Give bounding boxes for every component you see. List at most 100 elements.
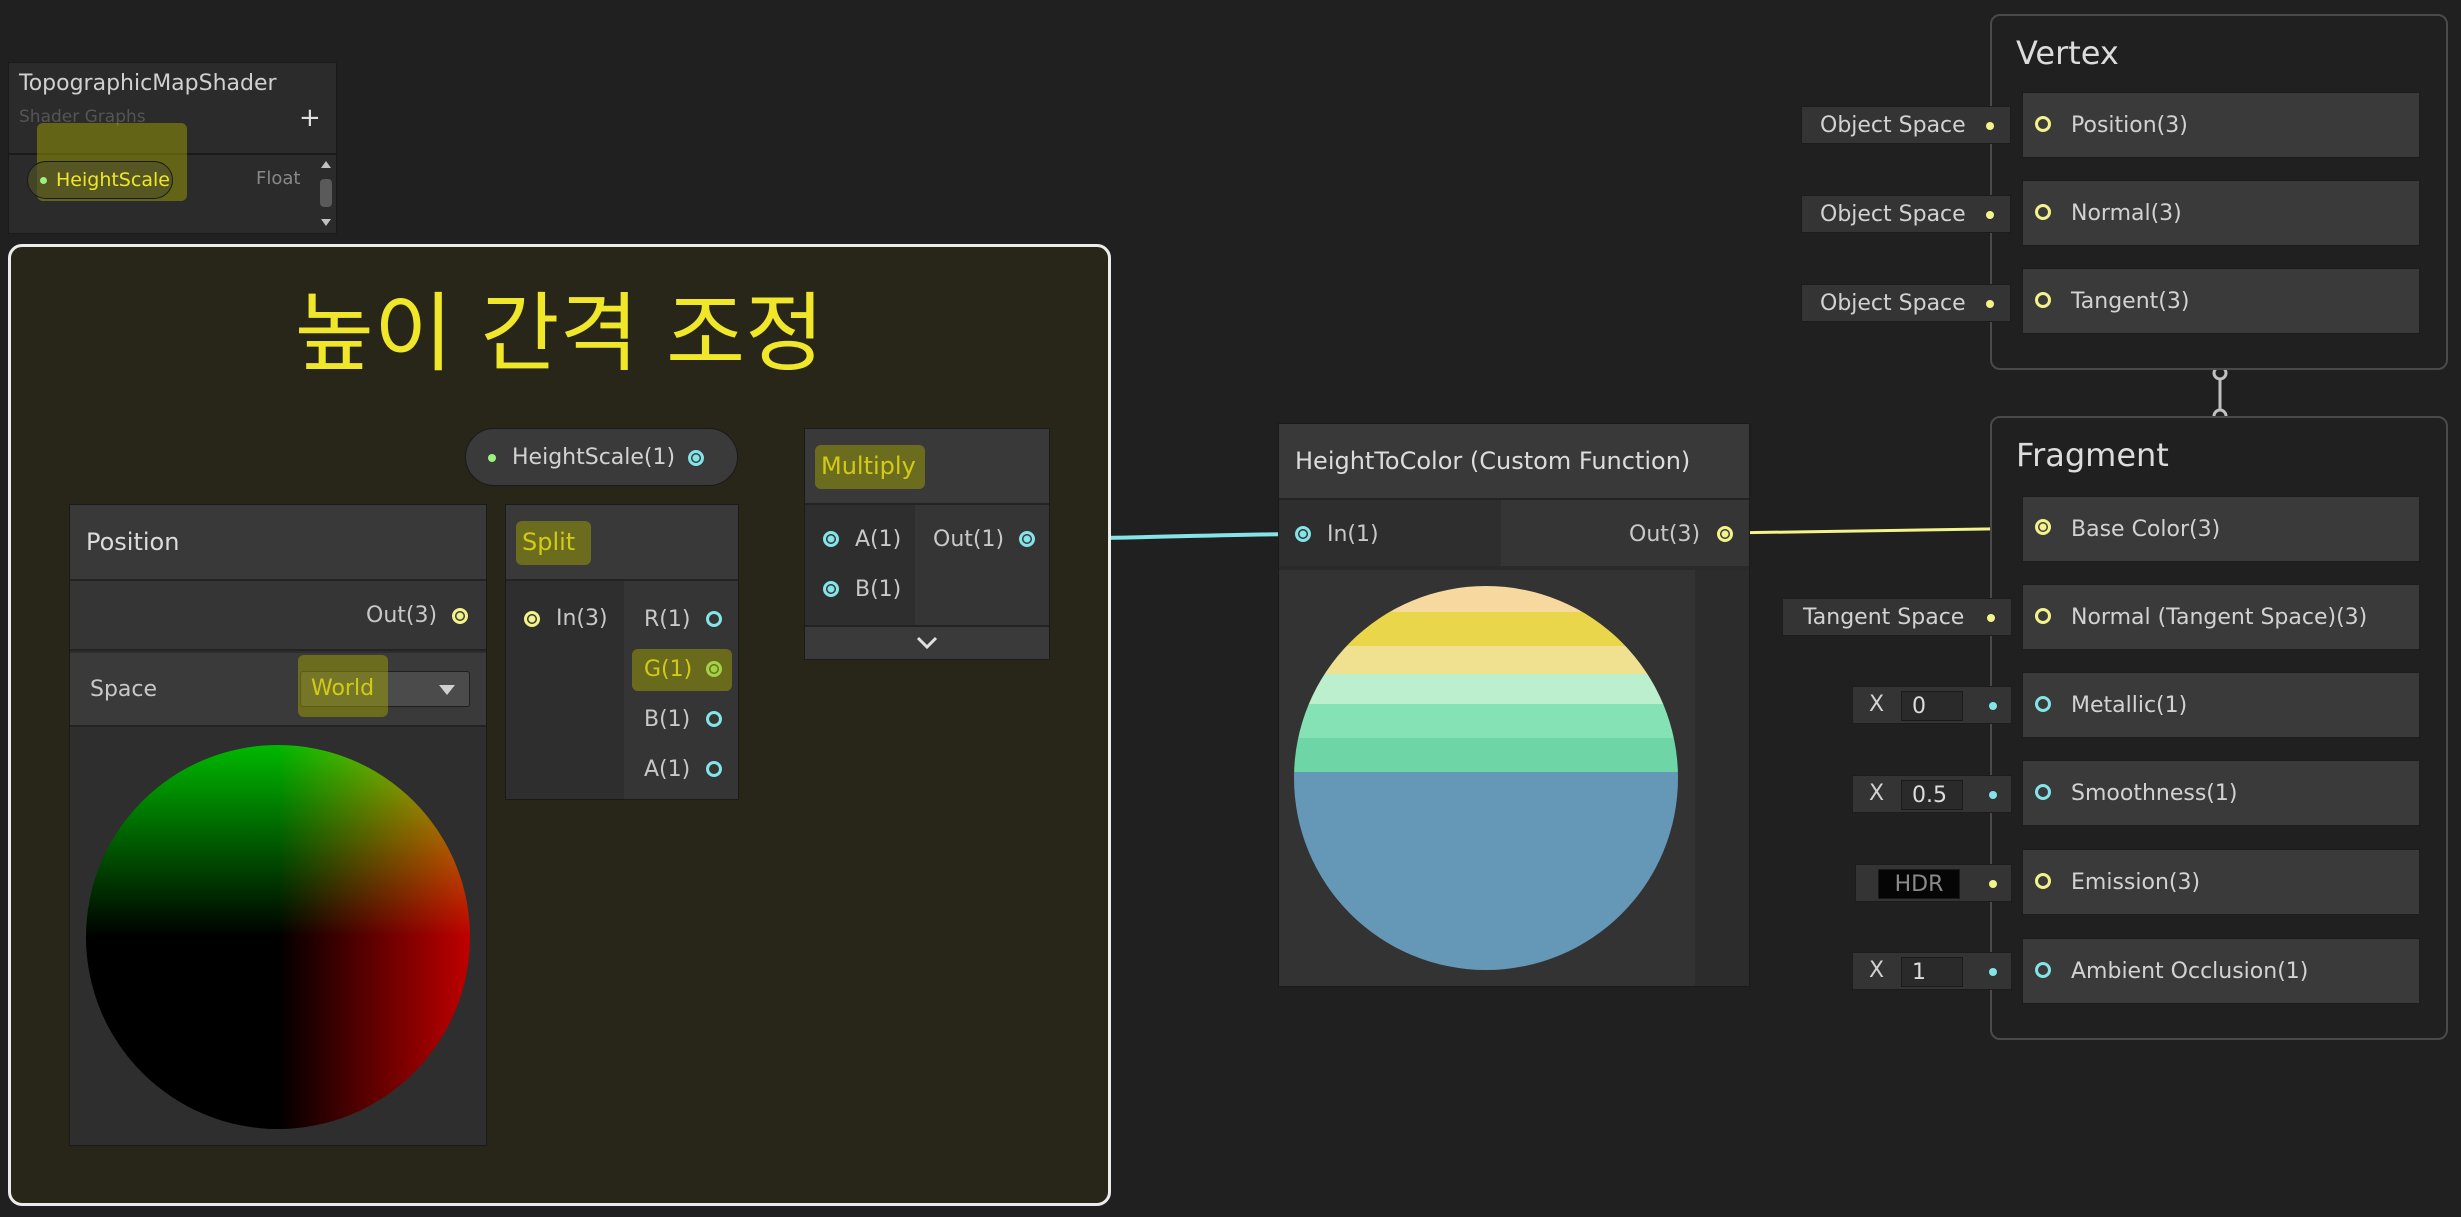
add-property-button[interactable]: + <box>299 103 321 133</box>
split-out-a-port[interactable] <box>706 761 722 777</box>
scroll-up-icon[interactable] <box>321 161 331 168</box>
group-title[interactable]: 높이 간격 조정 <box>11 263 1108 388</box>
fragment-base-color-port[interactable] <box>2035 519 2051 535</box>
fragment-slot-base-color[interactable]: Base Color(3) <box>2022 496 2420 562</box>
vector1-dot-icon <box>1989 968 1997 976</box>
vertex-slot-position[interactable]: Position(3) <box>2022 92 2420 158</box>
split-in-port[interactable] <box>524 611 540 627</box>
fragment-metallic-input[interactable]: X 0 <box>1852 686 2012 724</box>
fragment-slot-ambient-occlusion[interactable]: Ambient Occlusion(1) <box>2022 938 2420 1004</box>
float-type-dot-icon <box>488 454 496 462</box>
vector3-dot-icon <box>1987 614 1995 622</box>
fragment-metallic-label: Metallic(1) <box>2071 692 2188 718</box>
split-out-b-port[interactable] <box>706 711 722 727</box>
multiply-in-a-label: A(1) <box>855 527 902 552</box>
vertex-normal-port[interactable] <box>2035 204 2051 220</box>
vector1-dot-icon <box>1989 791 1997 799</box>
fragment-slot-metallic[interactable]: Metallic(1) <box>2022 672 2420 738</box>
vertex-position-port[interactable] <box>2035 116 2051 132</box>
split-out-r-port[interactable] <box>706 611 722 627</box>
multiply-in-a-port[interactable] <box>823 531 839 547</box>
metallic-axis-label: X <box>1869 692 1885 717</box>
custom-inputs-col: In(1) <box>1279 500 1501 566</box>
fragment-ao-input[interactable]: X 1 <box>1852 952 2012 990</box>
position-out-row: Out(3) <box>70 581 486 651</box>
multiply-in-b-port[interactable] <box>823 581 839 597</box>
multiply-inputs-col: A(1) B(1) <box>805 505 915 625</box>
ao-value-field[interactable]: 1 <box>1901 957 1963 987</box>
chevron-down-icon[interactable] <box>915 635 939 651</box>
vertex-slot-tangent[interactable]: Tangent(3) <box>2022 268 2420 334</box>
custom-in-port[interactable] <box>1295 526 1311 542</box>
vertex-normal-space-chip[interactable]: Object Space <box>1801 195 2011 233</box>
property-node-label: HeightScale(1) <box>512 445 676 470</box>
height-color-preview <box>1294 586 1678 970</box>
fragment-title: Fragment <box>2016 436 2169 474</box>
emission-hdr-swatch[interactable]: HDR <box>1878 869 1960 899</box>
split-out-r-label: R(1) <box>644 607 691 632</box>
blackboard-panel[interactable]: TopographicMapShader Shader Graphs + Hei… <box>8 62 337 234</box>
float-type-dot-icon <box>40 177 47 184</box>
fragment-emission-port[interactable] <box>2035 873 2051 889</box>
custom-out-port[interactable] <box>1717 526 1733 542</box>
split-in-label: In(3) <box>556 606 608 631</box>
split-out-a-label: A(1) <box>644 757 691 782</box>
fragment-slot-smoothness[interactable]: Smoothness(1) <box>2022 760 2420 826</box>
position-out-port[interactable] <box>452 608 468 624</box>
space-highlight <box>298 655 388 717</box>
fragment-smoothness-input[interactable]: X 0.5 <box>1852 775 2012 813</box>
position-node-header[interactable]: Position <box>70 505 486 581</box>
fragment-slot-emission[interactable]: Emission(3) <box>2022 849 2420 915</box>
custom-function-node[interactable]: HeightToColor (Custom Function) In(1) Ou… <box>1278 423 1750 987</box>
chevron-down-icon <box>439 685 455 695</box>
multiply-outputs-col: Out(1) <box>915 505 1049 625</box>
fragment-normal-label: Normal (Tangent Space)(3) <box>2071 604 2368 630</box>
fragment-ao-label: Ambient Occlusion(1) <box>2071 958 2309 984</box>
position-node[interactable]: Position Out(3) Space World <box>69 504 487 1146</box>
space-row: Space World <box>70 653 486 727</box>
fragment-normal-space: Tangent Space <box>1803 604 1965 630</box>
scroll-down-icon[interactable] <box>321 219 331 226</box>
vertex-tangent-space: Object Space <box>1820 290 1966 316</box>
property-out-port[interactable] <box>688 450 704 466</box>
vertex-position-space-chip[interactable]: Object Space <box>1801 106 2011 144</box>
split-title-highlight <box>516 521 591 565</box>
vertex-tangent-space-chip[interactable]: Object Space <box>1801 284 2011 322</box>
fragment-normal-port[interactable] <box>2035 608 2051 624</box>
split-g-highlight <box>632 649 732 691</box>
position-preview <box>86 745 470 1129</box>
vertex-slot-normal[interactable]: Normal(3) <box>2022 180 2420 246</box>
fragment-slot-normal[interactable]: Normal (Tangent Space)(3) <box>2022 584 2420 650</box>
scroll-thumb[interactable] <box>320 179 332 207</box>
vector3-dot-icon <box>1986 300 1994 308</box>
property-pill[interactable]: HeightScale <box>27 161 173 199</box>
split-node[interactable]: Split In(3) R(1) G(1) B(1) A(1) <box>505 504 739 800</box>
vector3-dot-icon <box>1986 122 1994 130</box>
vector1-dot-icon <box>1989 702 1997 710</box>
custom-in-label: In(1) <box>1327 522 1379 547</box>
fragment-smoothness-port[interactable] <box>2035 784 2051 800</box>
fragment-emission-label: Emission(3) <box>2071 869 2201 895</box>
fragment-smoothness-label: Smoothness(1) <box>2071 780 2238 806</box>
multiply-out-label: Out(1) <box>933 527 1005 552</box>
position-node-title: Position <box>86 528 180 556</box>
multiply-out-port[interactable] <box>1019 531 1035 547</box>
metallic-value-field[interactable]: 0 <box>1901 691 1963 721</box>
smoothness-axis-label: X <box>1869 781 1885 806</box>
ao-axis-label: X <box>1869 958 1885 983</box>
multiply-node[interactable]: Multiply A(1) B(1) Out(1) <box>804 428 1050 660</box>
fragment-normal-space-chip[interactable]: Tangent Space <box>1782 598 2012 636</box>
split-out-b-label: B(1) <box>644 707 691 732</box>
blackboard-title: TopographicMapShader <box>19 71 277 96</box>
fragment-metallic-port[interactable] <box>2035 696 2051 712</box>
fragment-ao-port[interactable] <box>2035 962 2051 978</box>
vertex-tangent-port[interactable] <box>2035 292 2051 308</box>
multiply-expand-bar[interactable] <box>805 625 1049 659</box>
vertex-position-label: Position(3) <box>2071 112 2188 138</box>
smoothness-value-field[interactable]: 0.5 <box>1901 780 1963 810</box>
fragment-emission-input[interactable]: HDR <box>1855 864 2012 902</box>
custom-function-header[interactable]: HeightToColor (Custom Function) <box>1279 424 1749 500</box>
scrollbar[interactable] <box>319 159 333 229</box>
vertex-normal-label: Normal(3) <box>2071 200 2182 226</box>
property-node-heightscale[interactable]: HeightScale(1) <box>465 428 738 486</box>
